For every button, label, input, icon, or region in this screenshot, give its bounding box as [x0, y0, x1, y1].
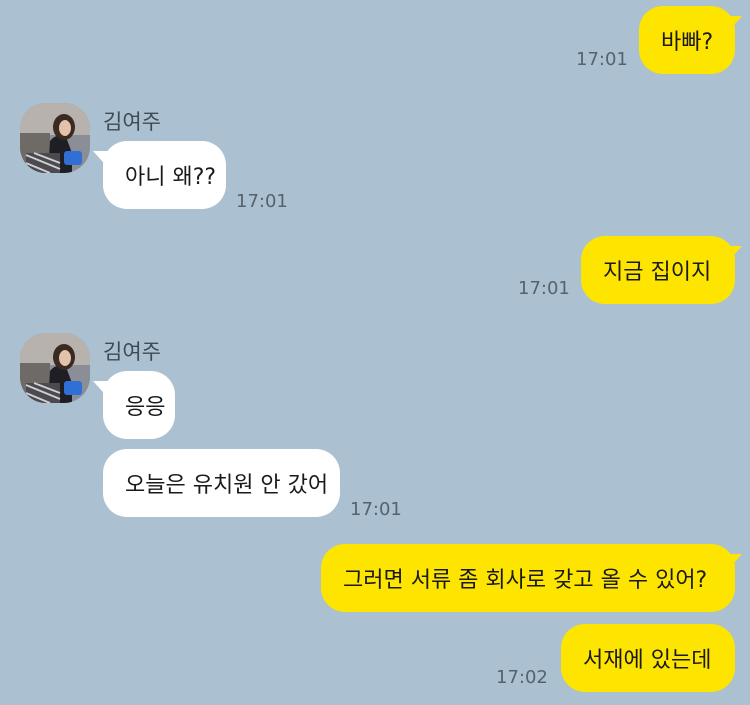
- message-bubble-other[interactable]: 아니 왜??: [103, 141, 226, 209]
- message-time: 17:02: [496, 667, 548, 688]
- sender-avatar[interactable]: [20, 103, 90, 173]
- message-bubble-me[interactable]: 서재에 있는데: [561, 624, 735, 692]
- sender-name: 김여주: [103, 340, 161, 364]
- message-time: 17:01: [576, 49, 628, 70]
- message-bubble-me[interactable]: 지금 집이지: [581, 236, 735, 304]
- message-bubble-me[interactable]: 바빠?: [639, 6, 735, 74]
- message-time: 17:01: [236, 191, 288, 212]
- message-text: 응응: [125, 395, 166, 420]
- message-text: 오늘은 유치원 안 갔어: [125, 473, 329, 498]
- bubble-tail: [93, 381, 111, 401]
- message-bubble-other[interactable]: 오늘은 유치원 안 갔어: [103, 449, 340, 517]
- message-bubble-me[interactable]: 그러면 서류 좀 회사로 갖고 올 수 있어?: [321, 544, 735, 612]
- avatar-photo-icon: [20, 333, 90, 403]
- bubble-tail: [93, 151, 111, 171]
- message-time: 17:01: [518, 278, 570, 299]
- sender-name: 김여주: [103, 110, 161, 134]
- message-bubble-other[interactable]: 응응: [103, 371, 175, 439]
- message-time: 17:01: [350, 499, 402, 520]
- message-text: 바빠?: [661, 30, 714, 55]
- sender-avatar[interactable]: [20, 333, 90, 403]
- message-text: 그러면 서류 좀 회사로 갖고 올 수 있어?: [343, 568, 708, 593]
- message-text: 서재에 있는데: [583, 648, 712, 673]
- message-text: 아니 왜??: [125, 165, 217, 190]
- avatar-photo-icon: [20, 103, 90, 173]
- message-text: 지금 집이지: [603, 260, 712, 285]
